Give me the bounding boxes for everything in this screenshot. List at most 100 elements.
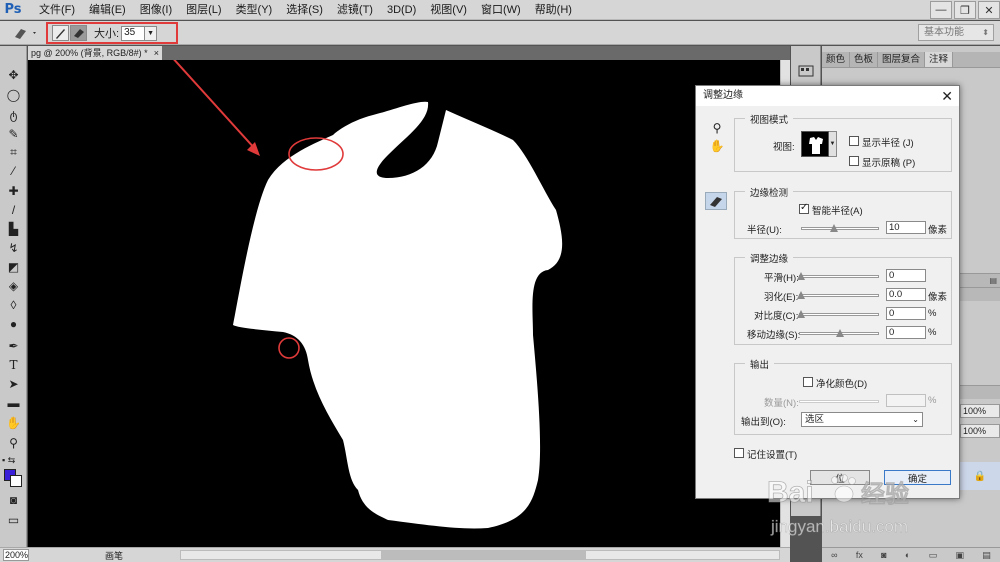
menu-type[interactable]: 类型(Y) [229, 0, 280, 20]
tab-color[interactable]: 颜色 [822, 52, 851, 67]
shape-tool[interactable]: ▬ [0, 394, 27, 412]
healing-tool[interactable]: ✚ [0, 182, 27, 200]
horizontal-scroll-thumb[interactable] [381, 551, 586, 559]
dodge-tool[interactable]: ● [0, 315, 27, 333]
menu-items: 文件(F) 编辑(E) 图像(I) 图层(L) 类型(Y) 选择(S) 滤镜(T… [32, 0, 579, 20]
layer-row-background[interactable]: 🔒 [960, 462, 1000, 490]
link-icon[interactable]: ∞ [831, 550, 837, 560]
view-dropdown[interactable]: ▼ [829, 131, 837, 157]
new-layer-icon[interactable]: ▣ [955, 550, 964, 561]
horizontal-scrollbar[interactable] [180, 550, 780, 560]
smooth-slider[interactable] [797, 272, 879, 280]
history-panel-icon[interactable] [791, 46, 821, 86]
brush-tool[interactable]: / [0, 201, 27, 219]
radius-slider-knob[interactable] [830, 224, 838, 232]
pen-tool[interactable]: ✒ [0, 337, 27, 355]
lasso-tool[interactable]: ტ [0, 106, 27, 124]
tab-swatches[interactable]: 色板 [850, 52, 879, 67]
menu-select[interactable]: 选择(S) [279, 0, 330, 20]
contrast-input[interactable]: 0 [886, 307, 926, 320]
output-to-select[interactable]: 选区 ⌄ [801, 412, 923, 427]
history-brush-tool[interactable]: ↯ [0, 239, 27, 257]
smart-radius-checkbox[interactable] [799, 202, 809, 214]
menu-edit[interactable]: 编辑(E) [82, 0, 133, 20]
smooth-slider-knob[interactable] [797, 272, 805, 280]
document-canvas[interactable] [28, 60, 780, 547]
size-input[interactable]: 35 [121, 25, 146, 41]
menu-file[interactable]: 文件(F) [32, 0, 82, 20]
dialog-refine-radius-tool[interactable] [705, 192, 727, 210]
folder-icon[interactable]: ▭ [929, 550, 938, 561]
path-select-tool[interactable]: ➤ [0, 375, 27, 393]
shift-edge-input[interactable]: 0 [886, 326, 926, 339]
contrast-slider[interactable] [797, 310, 879, 318]
decontaminate-checkbox[interactable] [803, 377, 813, 387]
cancel-button[interactable]: 位 [810, 470, 870, 485]
blur-tool[interactable]: ◊ [0, 296, 27, 314]
feather-slider-knob[interactable] [797, 291, 805, 299]
tab-notes[interactable]: 注释 [925, 52, 954, 67]
smooth-input[interactable]: 0 [886, 269, 926, 282]
dialog-zoom-tool[interactable]: ⚲ [709, 120, 725, 136]
eraser-tool[interactable]: ◩ [0, 258, 27, 276]
menu-layer[interactable]: 图层(L) [179, 0, 228, 20]
menu-3d[interactable]: 3D(D) [380, 0, 423, 20]
opacity-field[interactable]: 100% [960, 404, 1000, 418]
panel-footer-strip: ▤ [960, 273, 1000, 287]
view-thumbnail[interactable] [801, 131, 829, 157]
eyedropper-tool[interactable]: ⁄ [0, 162, 27, 180]
marquee-tool[interactable]: ◯ [0, 86, 27, 104]
delete-icon[interactable]: ▤ [982, 550, 991, 561]
radius-slider[interactable] [801, 224, 879, 232]
size-dropdown[interactable]: ▼ [145, 25, 158, 41]
fill-field[interactable]: 100% [960, 424, 1000, 438]
radius-input[interactable]: 10 [886, 221, 926, 234]
shift-edge-slider-knob[interactable] [836, 329, 844, 337]
menu-view[interactable]: 视图(V) [423, 0, 474, 20]
trash-icon[interactable]: ▤ [989, 276, 997, 285]
default-colors-button[interactable]: ▪ ⇆ [0, 451, 27, 469]
contrast-slider-knob[interactable] [797, 310, 805, 318]
close-tab-icon[interactable]: × [154, 46, 159, 60]
mask-icon[interactable]: ◙ [881, 550, 886, 560]
minimize-button[interactable]: — [930, 1, 952, 19]
show-radius-checkbox[interactable] [849, 136, 859, 146]
type-tool[interactable]: T [0, 356, 27, 374]
paint-bucket-tool[interactable]: ◈ [0, 277, 27, 295]
feather-input[interactable]: 0.0 [886, 288, 926, 301]
zoom-tool[interactable]: ⚲ [0, 434, 27, 452]
hand-tool[interactable]: ✋ [0, 414, 27, 432]
move-tool[interactable]: ✥ [0, 66, 27, 84]
quick-select-tool[interactable]: ✎ [0, 125, 27, 143]
stamp-tool[interactable]: ▙ [0, 220, 27, 238]
tab-layer-comps[interactable]: 图层复合 [878, 52, 926, 67]
tool-preset-picker[interactable] [12, 24, 40, 42]
adjustment-icon[interactable]: ◐ [905, 550, 910, 560]
document-tab[interactable]: pg @ 200% (背景, RGB/8#) * × [28, 46, 162, 60]
amount-input[interactable] [886, 394, 926, 407]
quick-mask-button[interactable]: ◙ [0, 491, 27, 509]
screen-mode-button[interactable]: ▭ [0, 511, 27, 529]
crop-tool[interactable]: ⌗ [0, 143, 27, 161]
fx-icon[interactable]: fx [856, 550, 863, 560]
restore-button[interactable]: ❐ [954, 1, 976, 19]
menu-window[interactable]: 窗口(W) [474, 0, 528, 20]
feather-slider[interactable] [797, 291, 879, 299]
show-original-checkbox[interactable] [849, 156, 859, 166]
dialog-close-button[interactable]: ✕ [941, 87, 953, 105]
menu-image[interactable]: 图像(I) [133, 0, 179, 20]
amount-slider[interactable] [799, 400, 879, 403]
close-window-button[interactable]: ✕ [978, 1, 1000, 19]
menu-help[interactable]: 帮助(H) [528, 0, 579, 20]
background-color-swatch[interactable] [10, 475, 22, 487]
menu-filter[interactable]: 滤镜(T) [330, 0, 380, 20]
dialog-hand-tool[interactable]: ✋ [709, 138, 725, 154]
erase-refinements-button[interactable] [70, 25, 87, 41]
ok-button[interactable]: 确定 [884, 470, 951, 485]
shift-edge-slider[interactable] [799, 329, 879, 337]
eyedropper-icon: ⁄ [12, 164, 15, 178]
workspace-select[interactable]: 基本功能 ⬍ [918, 24, 994, 41]
zoom-level-field[interactable]: 200% [3, 549, 29, 561]
refine-radius-button[interactable] [52, 25, 69, 41]
remember-settings-checkbox[interactable] [734, 448, 744, 458]
